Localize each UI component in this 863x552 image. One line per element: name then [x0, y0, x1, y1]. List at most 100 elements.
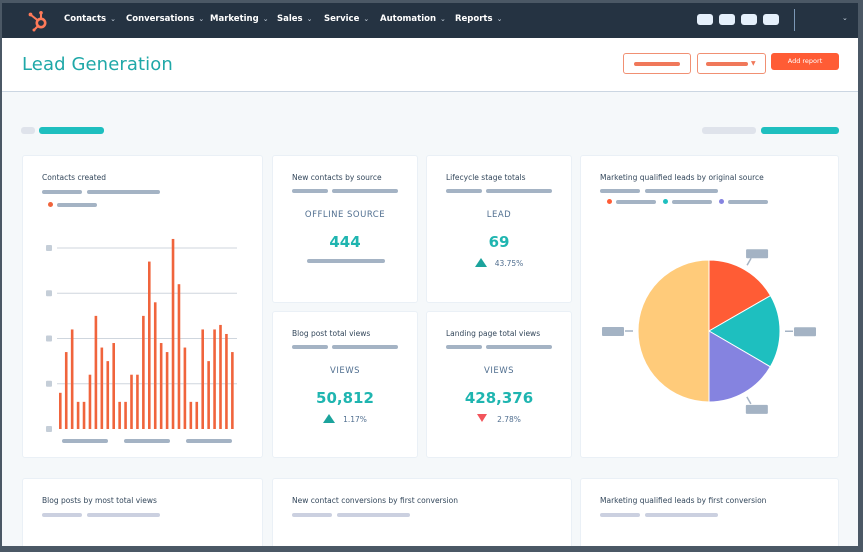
- metric-value: 69: [488, 233, 510, 251]
- y-tick-label-placeholder: [46, 245, 52, 251]
- metric-value: 428,376: [464, 389, 534, 407]
- bar: [130, 374, 133, 429]
- nav-label: Contacts: [64, 14, 107, 24]
- y-tick-label-placeholder: [46, 290, 52, 297]
- hubspot-logo-icon[interactable]: [26, 9, 50, 33]
- subtitle-placeholder: [600, 513, 640, 517]
- bar: [195, 401, 199, 429]
- metric-value: 50,812: [316, 389, 374, 407]
- metric-label: VIEWS: [330, 366, 360, 376]
- nav-sales[interactable]: Sales ⌄: [277, 14, 312, 24]
- nav-service[interactable]: Service ⌄: [324, 14, 369, 24]
- date-range-link[interactable]: [761, 127, 839, 134]
- nav-utility-button[interactable]: [719, 14, 735, 25]
- slice-label-placeholder: [602, 327, 624, 336]
- bar: [88, 374, 92, 429]
- subtitle-placeholder: [292, 345, 328, 349]
- x-tick-label-placeholder: [186, 439, 232, 443]
- chevron-down-icon: ⌄: [306, 15, 313, 23]
- metric-delta: 1.17%: [273, 414, 417, 424]
- card-title: Marketing qualified leads by first conve…: [600, 496, 767, 505]
- card-contacts-created[interactable]: Contacts created: [22, 155, 263, 458]
- trend-up-icon: [474, 258, 487, 267]
- card-landing-page-total-views[interactable]: Landing page total views VIEWS 428,376 2…: [426, 311, 572, 458]
- nav-label: Reports: [455, 14, 493, 24]
- chevron-down-icon: ⌄: [363, 15, 370, 23]
- button-label-placeholder: [634, 62, 680, 66]
- add-report-button[interactable]: Add report: [771, 53, 839, 70]
- date-range-placeholder: [702, 127, 756, 134]
- nav-label: Automation: [380, 14, 436, 24]
- card-title: New contact conversions by first convers…: [292, 496, 458, 505]
- bar: [153, 302, 157, 429]
- nav-contacts[interactable]: Contacts ⌄: [64, 14, 116, 24]
- card-lifecycle-stage-totals[interactable]: Lifecycle stage totals LEAD 69 43.75%: [426, 155, 572, 303]
- top-navigation: Contacts ⌄ Conversations ⌄ Marketing ⌄ Sale…: [2, 3, 858, 38]
- bar: [219, 324, 222, 429]
- bar: [213, 329, 216, 429]
- subtitle-placeholder: [292, 513, 332, 517]
- subtitle-placeholder: [332, 189, 398, 193]
- chevron-down-icon: ⌄: [110, 15, 116, 23]
- chevron-down-icon: ⌄: [262, 15, 269, 23]
- actions-button[interactable]: [623, 53, 691, 74]
- metric-delta: 2.78%: [427, 414, 571, 424]
- nav-marketing[interactable]: Marketing ⌄: [210, 14, 269, 24]
- bar: [124, 401, 127, 429]
- bar: [171, 238, 175, 429]
- y-tick-label-placeholder: [46, 335, 52, 342]
- dashboard-dropdown[interactable]: ▼: [697, 53, 766, 74]
- card-blog-post-total-views[interactable]: Blog post total views VIEWS 50,812 1.17%: [272, 311, 418, 458]
- delta-value: 43.75%: [494, 259, 524, 268]
- bar: [82, 401, 86, 429]
- card-title: Blog posts by most total views: [42, 496, 157, 505]
- nav-utility-button[interactable]: [741, 14, 757, 25]
- card-blog-posts-by-views[interactable]: Blog posts by most total views: [22, 478, 263, 546]
- caret-down-icon: ▼: [751, 60, 756, 67]
- slice-label-placeholder: [746, 249, 769, 259]
- trend-down-icon: [477, 414, 488, 422]
- x-tick-label-placeholder: [124, 439, 170, 443]
- bar: [76, 401, 80, 429]
- slice-label-placeholder: [745, 404, 768, 414]
- bar: [177, 284, 181, 429]
- nav-reports[interactable]: Reports ⌄: [455, 14, 502, 24]
- bar: [100, 347, 104, 429]
- metric-label: LEAD: [486, 210, 512, 220]
- card-title: Landing page total views: [446, 329, 541, 338]
- nav-label: Service: [324, 14, 360, 24]
- bar: [136, 374, 139, 429]
- bar: [231, 352, 234, 429]
- callout-line: [746, 257, 752, 266]
- subtitle-placeholder: [486, 345, 552, 349]
- delta-value: 1.17%: [343, 415, 367, 424]
- filter-link[interactable]: [39, 127, 104, 134]
- card-mql-by-first-conversion[interactable]: Marketing qualified leads by first conve…: [580, 478, 839, 546]
- nav-label: Conversations: [126, 14, 195, 24]
- nav-utility-button[interactable]: [763, 14, 779, 25]
- nav-conversations[interactable]: Conversations ⌄: [126, 14, 204, 24]
- metric-value: 444: [329, 233, 361, 251]
- chevron-down-icon: ⌄: [496, 15, 503, 23]
- card-mql-by-original-source[interactable]: Marketing qualified leads by original so…: [580, 155, 839, 458]
- nav-label: Sales: [277, 14, 303, 24]
- app-window: Contacts ⌄ Conversations ⌄ Marketing ⌄ Sale…: [2, 3, 858, 546]
- bar: [118, 401, 121, 429]
- bar: [70, 329, 74, 429]
- card-new-contacts-by-source[interactable]: New contacts by source OFFLINE SOURCE 44…: [272, 155, 418, 303]
- bar: [112, 343, 115, 429]
- bar: [64, 352, 68, 429]
- subtitle-placeholder: [332, 345, 398, 349]
- nav-divider: [794, 9, 795, 31]
- account-menu-chevron-icon[interactable]: ⌄: [842, 14, 848, 22]
- delta-value: 2.78%: [497, 415, 521, 424]
- bar: [225, 333, 228, 429]
- slice-label-placeholder: [793, 327, 816, 337]
- subtitle-placeholder: [486, 189, 552, 193]
- nav-automation[interactable]: Automation ⌄: [380, 14, 446, 24]
- bar: [59, 392, 62, 429]
- bar: [189, 401, 193, 429]
- card-new-contact-conversions[interactable]: New contact conversions by first convers…: [272, 478, 572, 546]
- bar: [159, 343, 163, 429]
- nav-utility-button[interactable]: [697, 14, 713, 25]
